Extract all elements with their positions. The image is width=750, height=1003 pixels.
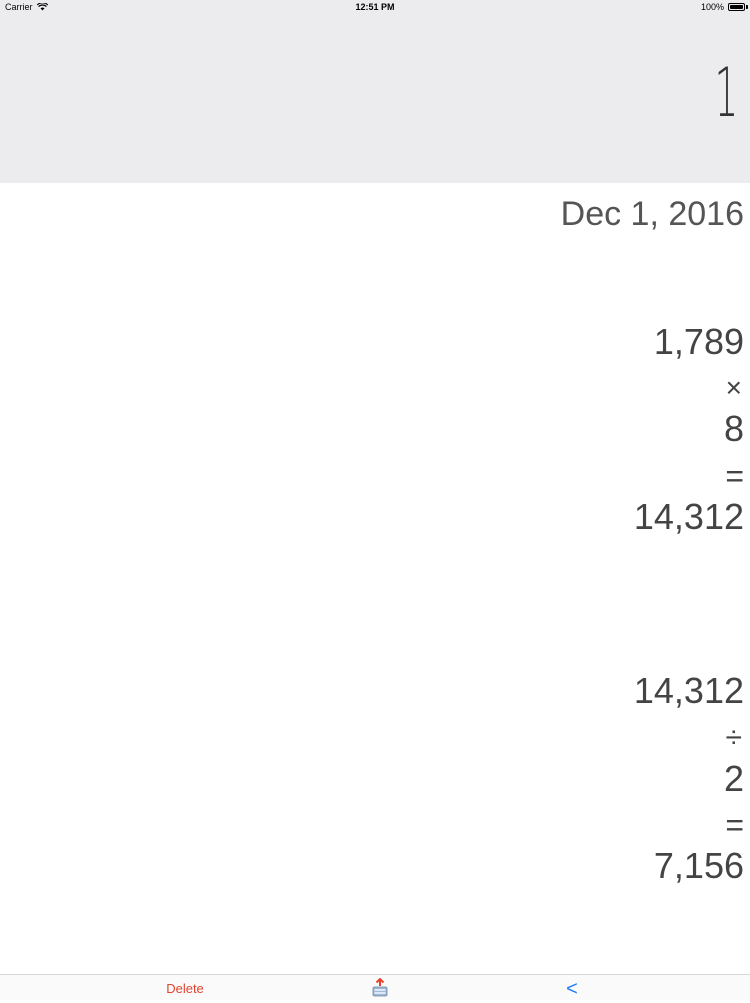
calculation-tape[interactable]: Dec 1, 2016 1,789 × 8 = 14,312 14,312 ÷ … [0,183,750,973]
calc2-operator: ÷ [725,721,742,754]
back-button[interactable]: < [560,979,584,999]
display-value: 1 [714,54,738,133]
calc2-result: 7,156 [653,845,744,886]
calc1-result: 14,312 [633,496,744,537]
delete-button[interactable]: Delete [150,981,220,996]
calc1-equals: = [725,458,744,494]
calc2-operand2: 2 [723,758,744,799]
calc2-equals: = [725,807,744,843]
battery-percent: 100% [700,2,724,12]
calculator-display: 1 [0,16,750,183]
tray-icon [372,977,388,997]
tape-date: Dec 1, 2016 [560,195,744,233]
calc1-operand1: 1,789 [653,321,744,362]
calc2-operand1: 14,312 [633,670,744,711]
status-bar: Carrier 12:51 PM 100% [0,0,750,16]
calc1-operator: × [725,372,742,403]
status-right: 100% [700,2,748,12]
battery-icon [728,3,748,11]
status-time: 12:51 PM [355,2,395,12]
share-tray-icon[interactable] [370,977,390,998]
bottom-toolbar: Delete < [0,974,750,1000]
calc1-operand2: 8 [723,408,744,449]
